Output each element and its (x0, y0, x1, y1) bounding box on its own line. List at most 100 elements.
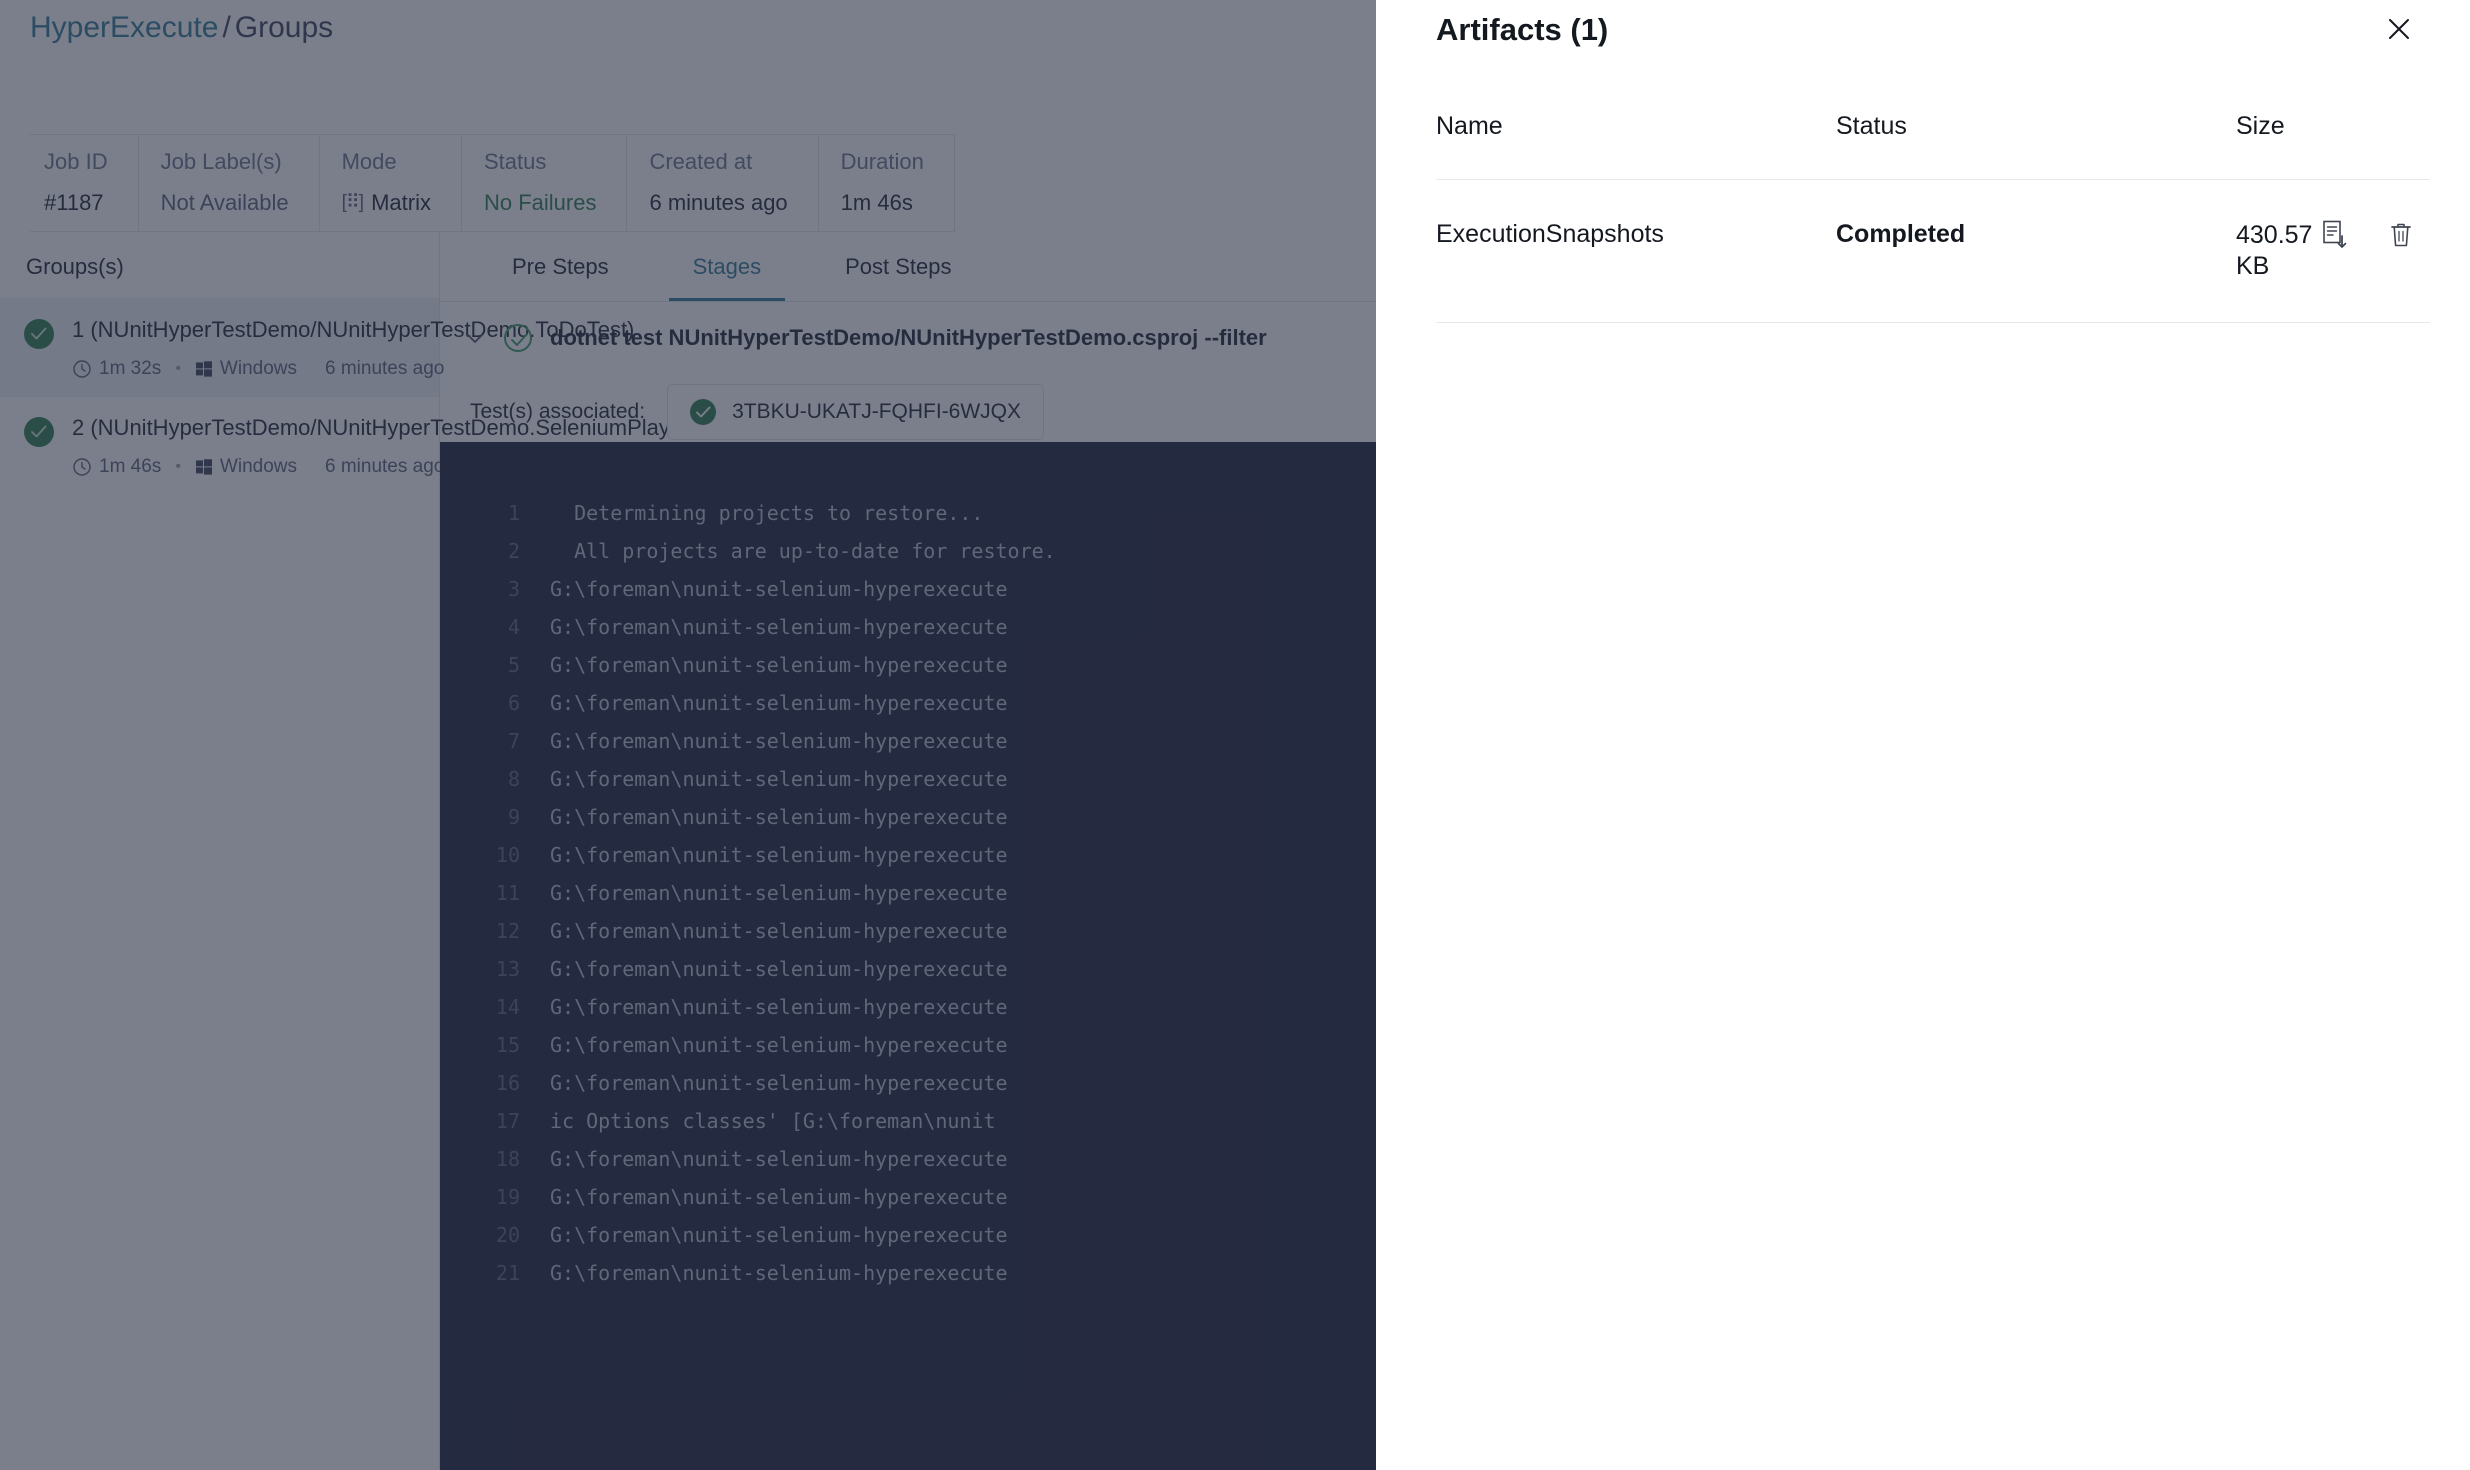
breadcrumb-current: Groups (234, 11, 334, 44)
console-line-number: 19 (495, 1185, 520, 1209)
console-line-text: G:\foreman\nunit-selenium-hyperexecute (550, 1071, 1008, 1095)
console-line-number: 10 (495, 843, 520, 867)
console-log-line: 16 G:\foreman\nunit-selenium-hyperexecute (440, 1064, 1376, 1102)
console-line-text: G:\foreman\nunit-selenium-hyperexecute (550, 691, 1008, 715)
group-name: 2 (NUnitHyperTestDemo/NUnitHyperTestDemo… (72, 415, 751, 440)
breadcrumb: HyperExecute / Groups (30, 8, 333, 48)
group-status-check-icon (24, 319, 54, 349)
tab-pre-steps[interactable]: Pre Steps (470, 232, 651, 301)
group-platform: Windows (195, 358, 297, 380)
console-line-number: 16 (495, 1071, 520, 1095)
group-list-item[interactable]: 2 (NUnitHyperTestDemo/NUnitHyperTestDemo… (0, 396, 751, 494)
console-line-text: G:\foreman\nunit-selenium-hyperexecute (550, 1147, 1008, 1171)
group-duration: 1m 46s (72, 456, 161, 478)
stage-status-check-icon (504, 324, 532, 352)
console-line-number: 14 (495, 995, 520, 1019)
job-meta-value: [⠿] Matrix (342, 187, 431, 219)
tab-post-steps[interactable]: Post Steps (803, 232, 993, 301)
artifact-actions (2348, 220, 2430, 255)
console-line-text: G:\foreman\nunit-selenium-hyperexecute (550, 843, 1008, 867)
artifact-status: Completed (1836, 220, 1966, 248)
tests-associated-label: Test(s) associated: (470, 400, 646, 423)
console-line-text: G:\foreman\nunit-selenium-hyperexecute (550, 881, 1008, 905)
console-line-number: 18 (495, 1147, 520, 1171)
stage-command-row[interactable]: dotnet test NUnitHyperTestDemo/NUnitHype… (440, 302, 1376, 370)
console-log-line: 14 G:\foreman\nunit-selenium-hyperexecute (440, 988, 1376, 1026)
group-list-item[interactable]: 1 (NUnitHyperTestDemo/NUnitHyperTestDemo… (0, 298, 635, 396)
console-log-lines: 1 Determining projects to restore... 2 Al… (440, 494, 1376, 1292)
groups-column: Groups(s) 1 (NUnitHyperTestDemo/NUnitHyp… (0, 232, 751, 1470)
column-header-status: Status (1836, 112, 1907, 140)
console-line-number: 9 (507, 805, 520, 829)
console-log-line: 17 ic Options classes' [G:\foreman\nunit (440, 1102, 1376, 1140)
job-meta-value-text: 1m 46s (840, 190, 913, 215)
job-meta-value: 1m 46s (841, 187, 924, 219)
windows-icon (195, 360, 213, 378)
clock-icon (72, 457, 92, 477)
console-line-text: ic Options classes' [G:\foreman\nunit (550, 1109, 996, 1133)
job-meta-cell: Mode [⠿] Matrix (320, 135, 462, 231)
group-platform-text: Windows (219, 358, 297, 379)
console-line-text: G:\foreman\nunit-selenium-hyperexecute (550, 577, 1008, 601)
console-line-text: G:\foreman\nunit-selenium-hyperexecute (550, 615, 1008, 639)
console-line-text: G:\foreman\nunit-selenium-hyperexecute (550, 1223, 1008, 1247)
job-meta-cell: Created at 6 minutes ago (627, 135, 819, 231)
chevron-down-icon[interactable] (464, 327, 486, 349)
job-meta-strip: Job ID #1187 Job Label(s) Not Available Mode… (30, 134, 955, 232)
console-line-number: 13 (495, 957, 520, 981)
test-status-check-icon (690, 399, 717, 425)
breadcrumb-separator: / (222, 11, 231, 44)
test-id-text: 3TBKU-UKATJ-FQHFI-6WJQX (732, 400, 1022, 423)
download-file-icon[interactable] (2322, 220, 2348, 258)
windows-icon (195, 458, 213, 476)
group-name: 1 (NUnitHyperTestDemo/NUnitHyperTestDemo… (72, 317, 635, 342)
console-line-number: 5 (507, 653, 520, 677)
stage-command-text: dotnet test NUnitHyperTestDemo/NUnitHype… (550, 325, 1267, 350)
artifact-size-text: 430.57 KB (2236, 221, 2313, 280)
console-log-line: 13 G:\foreman\nunit-selenium-hyperexecute (440, 950, 1376, 988)
console-line-number: 3 (507, 577, 520, 601)
breadcrumb-root-link[interactable]: HyperExecute (30, 11, 218, 44)
artifacts-table: Name Status Size ExecutionSnapshots Compl… (1436, 112, 2430, 323)
group-duration-text: 1m 46s (99, 456, 162, 477)
console-log-line: 10 G:\foreman\nunit-selenium-hyperexecute (440, 836, 1376, 874)
job-meta-cell: Job Label(s) Not Available (139, 135, 320, 231)
console-log-panel[interactable]: 1 Determining projects to restore... 2 Al… (440, 442, 1376, 1470)
console-log-line: 2 All projects are up-to-date for restor… (440, 532, 1376, 570)
test-chip[interactable]: 3TBKU-UKATJ-FQHFI-6WJQX (667, 384, 1045, 440)
groups-title: Groups(s) (26, 254, 124, 279)
job-meta-label: Duration (840, 149, 924, 174)
console-line-text: G:\foreman\nunit-selenium-hyperexecute (550, 1261, 1008, 1285)
job-meta-value-text: #1187 (44, 190, 104, 215)
tab-stages[interactable]: Stages (651, 232, 804, 301)
job-meta-label: Status (483, 149, 547, 174)
job-meta-label: Job Label(s) (160, 149, 282, 174)
artifacts-panel: Artifacts (1) Name Status Size Execution… (1376, 0, 2470, 1470)
group-duration: 1m 32s (72, 358, 161, 380)
console-log-line: 11 G:\foreman\nunit-selenium-hyperexecute (440, 874, 1376, 912)
group-body: 2 (NUnitHyperTestDemo/NUnitHyperTestDemo… (72, 413, 751, 478)
artifact-name: ExecutionSnapshots (1436, 220, 1664, 248)
console-line-text: G:\foreman\nunit-selenium-hyperexecute (550, 1033, 1008, 1057)
job-meta-label: Mode (341, 149, 397, 174)
console-log-line: 1 Determining projects to restore... (440, 494, 1376, 532)
close-icon[interactable] (2378, 8, 2420, 50)
group-time-ago: 6 minutes ago (325, 456, 445, 477)
job-meta-value-text: No Failures (483, 190, 597, 215)
matrix-icon: [⠿] (341, 192, 365, 213)
job-meta-value-text: 6 minutes ago (649, 190, 788, 215)
console-line-text: G:\foreman\nunit-selenium-hyperexecute (550, 805, 1008, 829)
artifact-size-cell: 430.57 KB (2236, 220, 2348, 282)
job-meta-value-text: Not Available (160, 190, 289, 215)
group-body: 1 (NUnitHyperTestDemo/NUnitHyperTestDemo… (72, 315, 635, 380)
console-log-line: 18 G:\foreman\nunit-selenium-hyperexecute (440, 1140, 1376, 1178)
console-line-number: 20 (495, 1223, 520, 1247)
stage-tabs: Pre Steps Stages Post Steps (440, 232, 1376, 302)
trash-icon[interactable] (2388, 220, 2414, 255)
console-log-line: 7 G:\foreman\nunit-selenium-hyperexecute (440, 722, 1376, 760)
job-meta-cell: Status No Failures (462, 135, 628, 231)
job-meta-cell: Duration 1m 46s (819, 135, 955, 231)
artifacts-rows: ExecutionSnapshots Completed 430.57 KB (1436, 180, 2430, 323)
console-line-number: 6 (507, 691, 520, 715)
console-line-text: Determining projects to restore... (550, 501, 984, 525)
